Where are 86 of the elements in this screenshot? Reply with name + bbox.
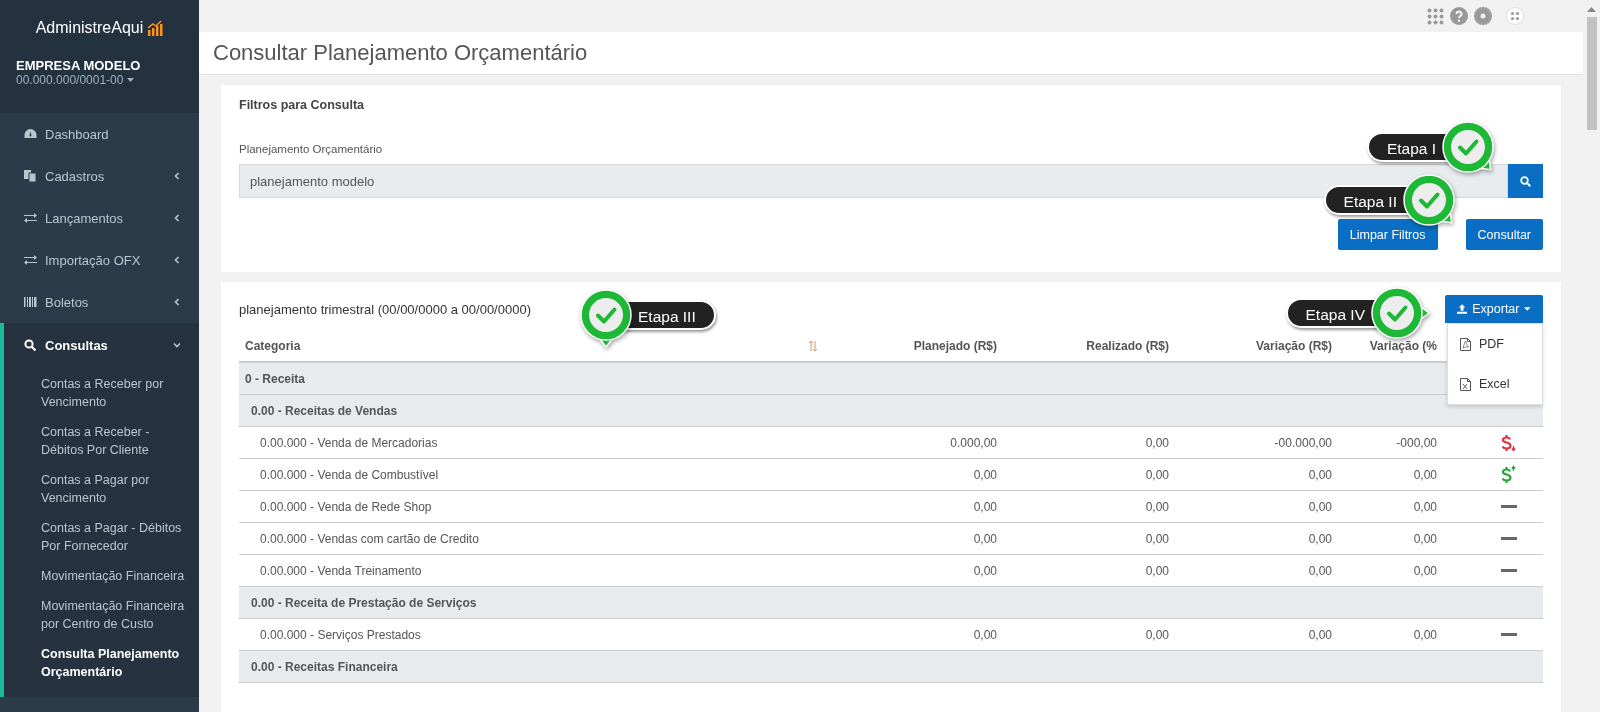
table-cell-text: 0,00 <box>1412 531 1438 546</box>
table-cell-text: 0,00 <box>972 467 998 482</box>
menu-item[interactable]: Consultas <box>0 323 199 367</box>
table-cell-text: 0,00 <box>1307 563 1333 578</box>
table-cell-text: 0,00 <box>1144 531 1170 546</box>
table-cell-text: 0.00.000 - Venda de Combustível <box>259 467 440 482</box>
menu-item[interactable]: Cadastros <box>0 155 199 197</box>
results-title: planejamento trimestral (00/00/0000 a 00/00/0000) <box>239 301 531 317</box>
column-header[interactable]: Variação (% <box>1335 339 1440 353</box>
gauge-icon <box>24 128 37 140</box>
scroll-up-icon[interactable] <box>1587 7 1596 12</box>
search-button[interactable] <box>1508 164 1543 198</box>
column-header[interactable]: Variação (R$) <box>1172 339 1335 353</box>
export-button[interactable]: Exportar <box>1445 295 1543 323</box>
spreadsheet-file-icon <box>1460 377 1471 391</box>
scroll-thumb[interactable] <box>1586 17 1597 130</box>
search-icon <box>1520 175 1531 187</box>
settings-icon[interactable] <box>1474 7 1492 25</box>
table-cell-text: 0,00 <box>1412 563 1438 578</box>
table-cell-text: -00.000,00 <box>1273 435 1333 450</box>
table-cell-text: 0,00 <box>972 563 998 578</box>
table-cell-text: 0,00 <box>1144 627 1170 642</box>
action-button[interactable]: Consultar <box>1465 219 1543 250</box>
group-row-label: 0.00 - Receitas de Vendas <box>250 403 399 418</box>
table-cell-text: 0,00 <box>1412 499 1438 514</box>
menu-item[interactable]: Lançamentos <box>0 197 199 239</box>
table-cell-text: 0.00.000 - Venda Treinamento <box>259 563 423 578</box>
company-name: EMPRESA MODELO <box>16 58 142 73</box>
column-header[interactable]: Categoria <box>239 339 808 353</box>
sort-icon[interactable] <box>808 340 818 352</box>
menu-item[interactable]: PDF <box>1460 324 1542 364</box>
apps-grid-icon[interactable] <box>1427 7 1444 25</box>
submenu-item[interactable]: Consulta Planejamento Orçamentário <box>41 639 191 687</box>
submenu-item[interactable]: Contas a Receber por Vencimento <box>41 369 191 417</box>
caret-icon <box>127 78 135 82</box>
menu-item[interactable]: Excel <box>1460 364 1542 404</box>
apps-circle-icon[interactable] <box>1506 7 1524 25</box>
submenu-item[interactable]: Movimentação Financeira <box>41 561 191 591</box>
submenu-item[interactable]: Contas a Pagar - Débitos Por Fornecedor <box>41 513 191 561</box>
table-cell-text: 0,00 <box>1307 467 1333 482</box>
menu-item[interactable]: Importação OFX <box>0 239 199 281</box>
menu-item[interactable]: Dashboard <box>0 113 199 155</box>
barcode-icon <box>24 296 37 308</box>
group-row-label: 0.00 - Receita de Prestação de Serviços <box>250 595 478 610</box>
table-cell-text: 0,00 <box>1144 499 1170 514</box>
table-cell-text: 0,00 <box>1307 627 1333 642</box>
menu-item[interactable]: Boletos <box>0 281 199 323</box>
pdf-file-icon <box>1460 337 1471 351</box>
column-header[interactable]: Planejado (R$) <box>830 339 1000 353</box>
documents-icon <box>24 170 37 182</box>
table-cell-text: 0,00 <box>1144 467 1170 482</box>
help-icon[interactable] <box>1450 7 1468 25</box>
table-cell-text: 0,00 <box>1307 531 1333 546</box>
column-header[interactable]: Realizado (R$) <box>1000 339 1172 353</box>
table-cell-text: 0.000,00 <box>949 435 998 450</box>
company-id[interactable]: 00.000.000/0001-00 <box>16 73 124 87</box>
caret-icon <box>1524 307 1531 311</box>
submenu-item[interactable]: Movimentação Financeira por Centro de Custo <box>41 591 191 639</box>
page-title: Consultar Planejamento Orçamentário <box>213 40 588 66</box>
field-label: Planejamento Orçamentário <box>239 143 383 155</box>
table-cell-text: 0,00 <box>972 531 998 546</box>
action-button[interactable]: Limpar Filtros <box>1337 219 1438 250</box>
logo-text: AdministreAqui <box>35 19 144 37</box>
transfer-icon <box>24 254 37 266</box>
bar-chart-icon <box>147 20 164 36</box>
submenu-item[interactable]: Contas a Receber - Débitos Por Cliente <box>41 417 191 465</box>
card-title: Filtros para Consulta <box>239 98 366 112</box>
table-cell-text: 0,00 <box>1144 563 1170 578</box>
transfer-icon <box>24 212 37 224</box>
table-cell-text: 0.00.000 - Venda de Rede Shop <box>259 499 433 514</box>
table-cell-text: 0,00 <box>1412 467 1438 482</box>
table-cell-text: 0.00.000 - Vendas com cartão de Credito <box>259 531 480 546</box>
table-cell-text: 0,00 <box>972 627 998 642</box>
group-row-label: 0.00 - Receitas Financeira <box>250 659 399 674</box>
submenu-item[interactable]: Contas a Pagar por Vencimento <box>41 465 191 513</box>
table-cell-text: 0,00 <box>1412 627 1438 642</box>
table-cell-text: 0,00 <box>972 499 998 514</box>
input-field[interactable]: planejamento modelo <box>239 164 1508 198</box>
group-row-label: 0 - Receita <box>244 371 307 386</box>
table-cell-text: 0.00.000 - Serviços Prestados <box>259 627 422 642</box>
upload-icon <box>1457 304 1468 314</box>
table-cell-text: 0.00.000 - Venda de Mercadorias <box>259 435 439 450</box>
table-cell-text: -000,00 <box>1395 435 1438 450</box>
table-cell-text: 0,00 <box>1307 499 1333 514</box>
table-cell-text: 0,00 <box>1144 435 1170 450</box>
search-icon <box>24 339 37 351</box>
